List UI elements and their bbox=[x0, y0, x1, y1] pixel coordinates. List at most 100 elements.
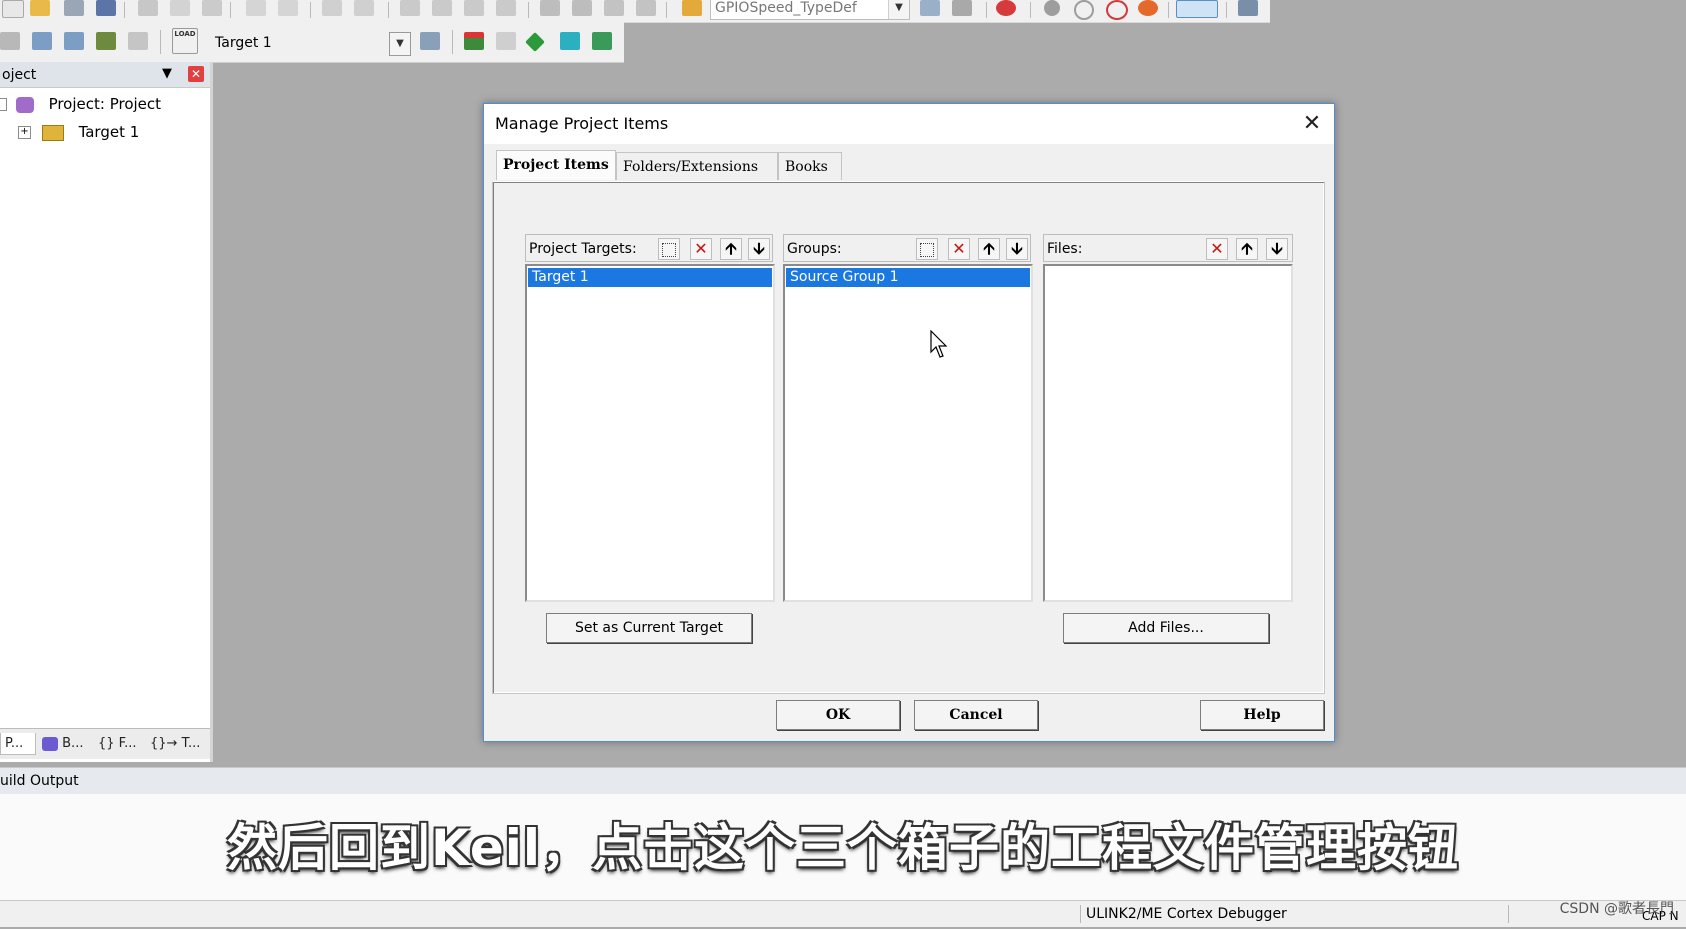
delete-file-button[interactable]: ✕ bbox=[1206, 238, 1228, 260]
find-icon[interactable] bbox=[920, 0, 940, 16]
tab-books-label: Books bbox=[785, 159, 828, 175]
watermark: CSDN @歌者長門 bbox=[1559, 901, 1674, 917]
groups-list[interactable]: Source Group 1 bbox=[783, 264, 1033, 602]
status-bar: ULINK2/ME Cortex Debugger CAP N bbox=[0, 900, 1686, 927]
delete-group-button[interactable]: ✕ bbox=[948, 238, 970, 260]
files-list[interactable] bbox=[1043, 264, 1293, 602]
breakpoint-icon[interactable] bbox=[1044, 0, 1060, 16]
indent-icon[interactable] bbox=[540, 0, 560, 16]
tab-project-items[interactable]: Project Items bbox=[496, 150, 616, 180]
breakpoint-kill-all-icon[interactable] bbox=[1138, 0, 1158, 16]
help-button[interactable]: Help bbox=[1200, 700, 1324, 730]
unindent-icon[interactable] bbox=[572, 0, 592, 16]
tab-books[interactable]: B... bbox=[42, 733, 83, 755]
select-packs-icon[interactable] bbox=[496, 32, 516, 50]
move-file-down-button[interactable]: 🡫 bbox=[1266, 238, 1288, 260]
tab-books[interactable]: Books bbox=[778, 152, 842, 180]
move-group-up-button[interactable]: 🡩 bbox=[978, 238, 1000, 260]
move-group-down-button[interactable]: 🡫 bbox=[1006, 238, 1028, 260]
manage-rte-icon[interactable] bbox=[525, 32, 545, 52]
breakpoint-disable-icon[interactable] bbox=[1074, 0, 1094, 20]
close-icon[interactable]: ✕ bbox=[188, 66, 204, 82]
new-group-button[interactable] bbox=[916, 238, 938, 260]
batch-build-icon[interactable] bbox=[96, 32, 116, 50]
save-icon[interactable] bbox=[64, 0, 84, 16]
video-subtitle: 然后回到Keil，点击这个三个箱子的工程文件管理按钮 bbox=[226, 819, 1460, 877]
chevron-down-icon[interactable]: ▼ bbox=[888, 0, 909, 19]
close-icon[interactable]: ✕ bbox=[1300, 112, 1324, 136]
tree-item-label: Target 1 bbox=[78, 123, 140, 141]
load-label: LOAD bbox=[174, 30, 196, 38]
cut-icon[interactable] bbox=[138, 0, 158, 16]
window-layout-icon[interactable] bbox=[1176, 0, 1218, 18]
ok-label: OK bbox=[825, 707, 851, 723]
uncomment-icon[interactable] bbox=[636, 0, 656, 16]
paste-icon[interactable] bbox=[202, 0, 222, 16]
bookmark-icon[interactable] bbox=[400, 0, 420, 16]
pin-icon[interactable]: ▼ bbox=[160, 67, 174, 81]
download-icon[interactable]: LOAD bbox=[172, 28, 198, 54]
move-target-down-button[interactable]: 🡫 bbox=[748, 238, 770, 260]
add-files-button[interactable]: Add Files... bbox=[1063, 613, 1269, 643]
breakpoint-disable-all-icon[interactable] bbox=[1106, 0, 1128, 20]
mouse-cursor-icon bbox=[930, 330, 948, 358]
cancel-button[interactable]: Cancel bbox=[914, 700, 1038, 730]
device-database-icon[interactable] bbox=[592, 32, 612, 50]
list-item[interactable]: Source Group 1 bbox=[786, 268, 1030, 287]
tree-item-project[interactable]: Project: Project bbox=[0, 92, 161, 116]
target-options-icon[interactable] bbox=[420, 32, 440, 50]
new-file-icon[interactable] bbox=[2, 0, 24, 18]
struct-combo[interactable]: GPIOSpeed_TypeDef ▼ bbox=[710, 0, 910, 20]
plus-icon[interactable]: + bbox=[18, 126, 31, 139]
targets-header-label: Project Targets: bbox=[529, 241, 637, 257]
undo-icon[interactable] bbox=[246, 0, 266, 16]
tab-project[interactable]: P... bbox=[0, 733, 36, 755]
build-icon[interactable] bbox=[32, 32, 52, 50]
tab-functions[interactable]: {} F... bbox=[98, 733, 136, 755]
rebuild-icon[interactable] bbox=[64, 32, 84, 50]
nav-forward-icon[interactable] bbox=[354, 0, 374, 16]
pack-installer-icon[interactable] bbox=[560, 32, 580, 50]
tab-folders-extensions-label: Folders/Extensions bbox=[623, 159, 759, 175]
set-current-target-button[interactable]: Set as Current Target bbox=[546, 613, 752, 643]
bookmark-prev-icon[interactable] bbox=[432, 0, 452, 16]
tab-functions-label: {} F... bbox=[98, 736, 137, 751]
delete-target-button[interactable]: ✕ bbox=[690, 238, 712, 260]
manage-project-items-icon[interactable] bbox=[464, 32, 484, 50]
cancel-label: Cancel bbox=[949, 707, 1003, 723]
nav-back-icon[interactable] bbox=[322, 0, 342, 16]
dialog-title-bar: Manage Project Items ✕ bbox=[484, 104, 1334, 144]
target-combo[interactable]: Target 1 ▼ bbox=[210, 31, 412, 56]
add-files-label: Add Files... bbox=[1128, 620, 1204, 636]
debug-session-icon[interactable] bbox=[996, 0, 1016, 16]
configure-icon[interactable] bbox=[1238, 0, 1258, 16]
struct-combo-value: GPIOSpeed_TypeDef bbox=[715, 0, 857, 16]
list-item[interactable]: Target 1 bbox=[528, 268, 772, 287]
chevron-down-icon[interactable]: ▼ bbox=[389, 32, 411, 56]
comment-icon[interactable] bbox=[604, 0, 624, 16]
bookmark-next-icon[interactable] bbox=[464, 0, 484, 16]
move-target-up-button[interactable]: 🡩 bbox=[720, 238, 742, 260]
stop-build-icon[interactable] bbox=[128, 32, 148, 50]
group-item-label: Source Group 1 bbox=[790, 269, 899, 285]
copy-icon[interactable] bbox=[170, 0, 190, 16]
main-toolbar: GPIOSpeed_TypeDef ▼ bbox=[0, 0, 1270, 23]
tree-item-target[interactable]: + Target 1 bbox=[18, 120, 139, 144]
move-file-up-button[interactable]: 🡩 bbox=[1236, 238, 1258, 260]
new-target-button[interactable] bbox=[658, 238, 680, 260]
groups-header-label: Groups: bbox=[787, 241, 842, 257]
targets-list[interactable]: Target 1 bbox=[525, 264, 775, 602]
translate-icon[interactable] bbox=[0, 32, 20, 50]
tab-project-items-label: Project Items bbox=[503, 157, 609, 173]
save-all-icon[interactable] bbox=[96, 0, 116, 16]
ok-button[interactable]: OK bbox=[776, 700, 900, 730]
tab-folders-extensions[interactable]: Folders/Extensions bbox=[616, 152, 778, 180]
tab-templates[interactable]: {}→ T... bbox=[150, 733, 200, 755]
incremental-find-icon[interactable] bbox=[952, 0, 972, 16]
open-folder-icon[interactable] bbox=[30, 0, 50, 16]
find-in-files-icon[interactable] bbox=[682, 0, 702, 16]
redo-icon[interactable] bbox=[278, 0, 298, 16]
help-label: Help bbox=[1243, 707, 1281, 723]
bookmark-clear-icon[interactable] bbox=[496, 0, 516, 16]
tree-expander-icon[interactable] bbox=[0, 98, 7, 111]
